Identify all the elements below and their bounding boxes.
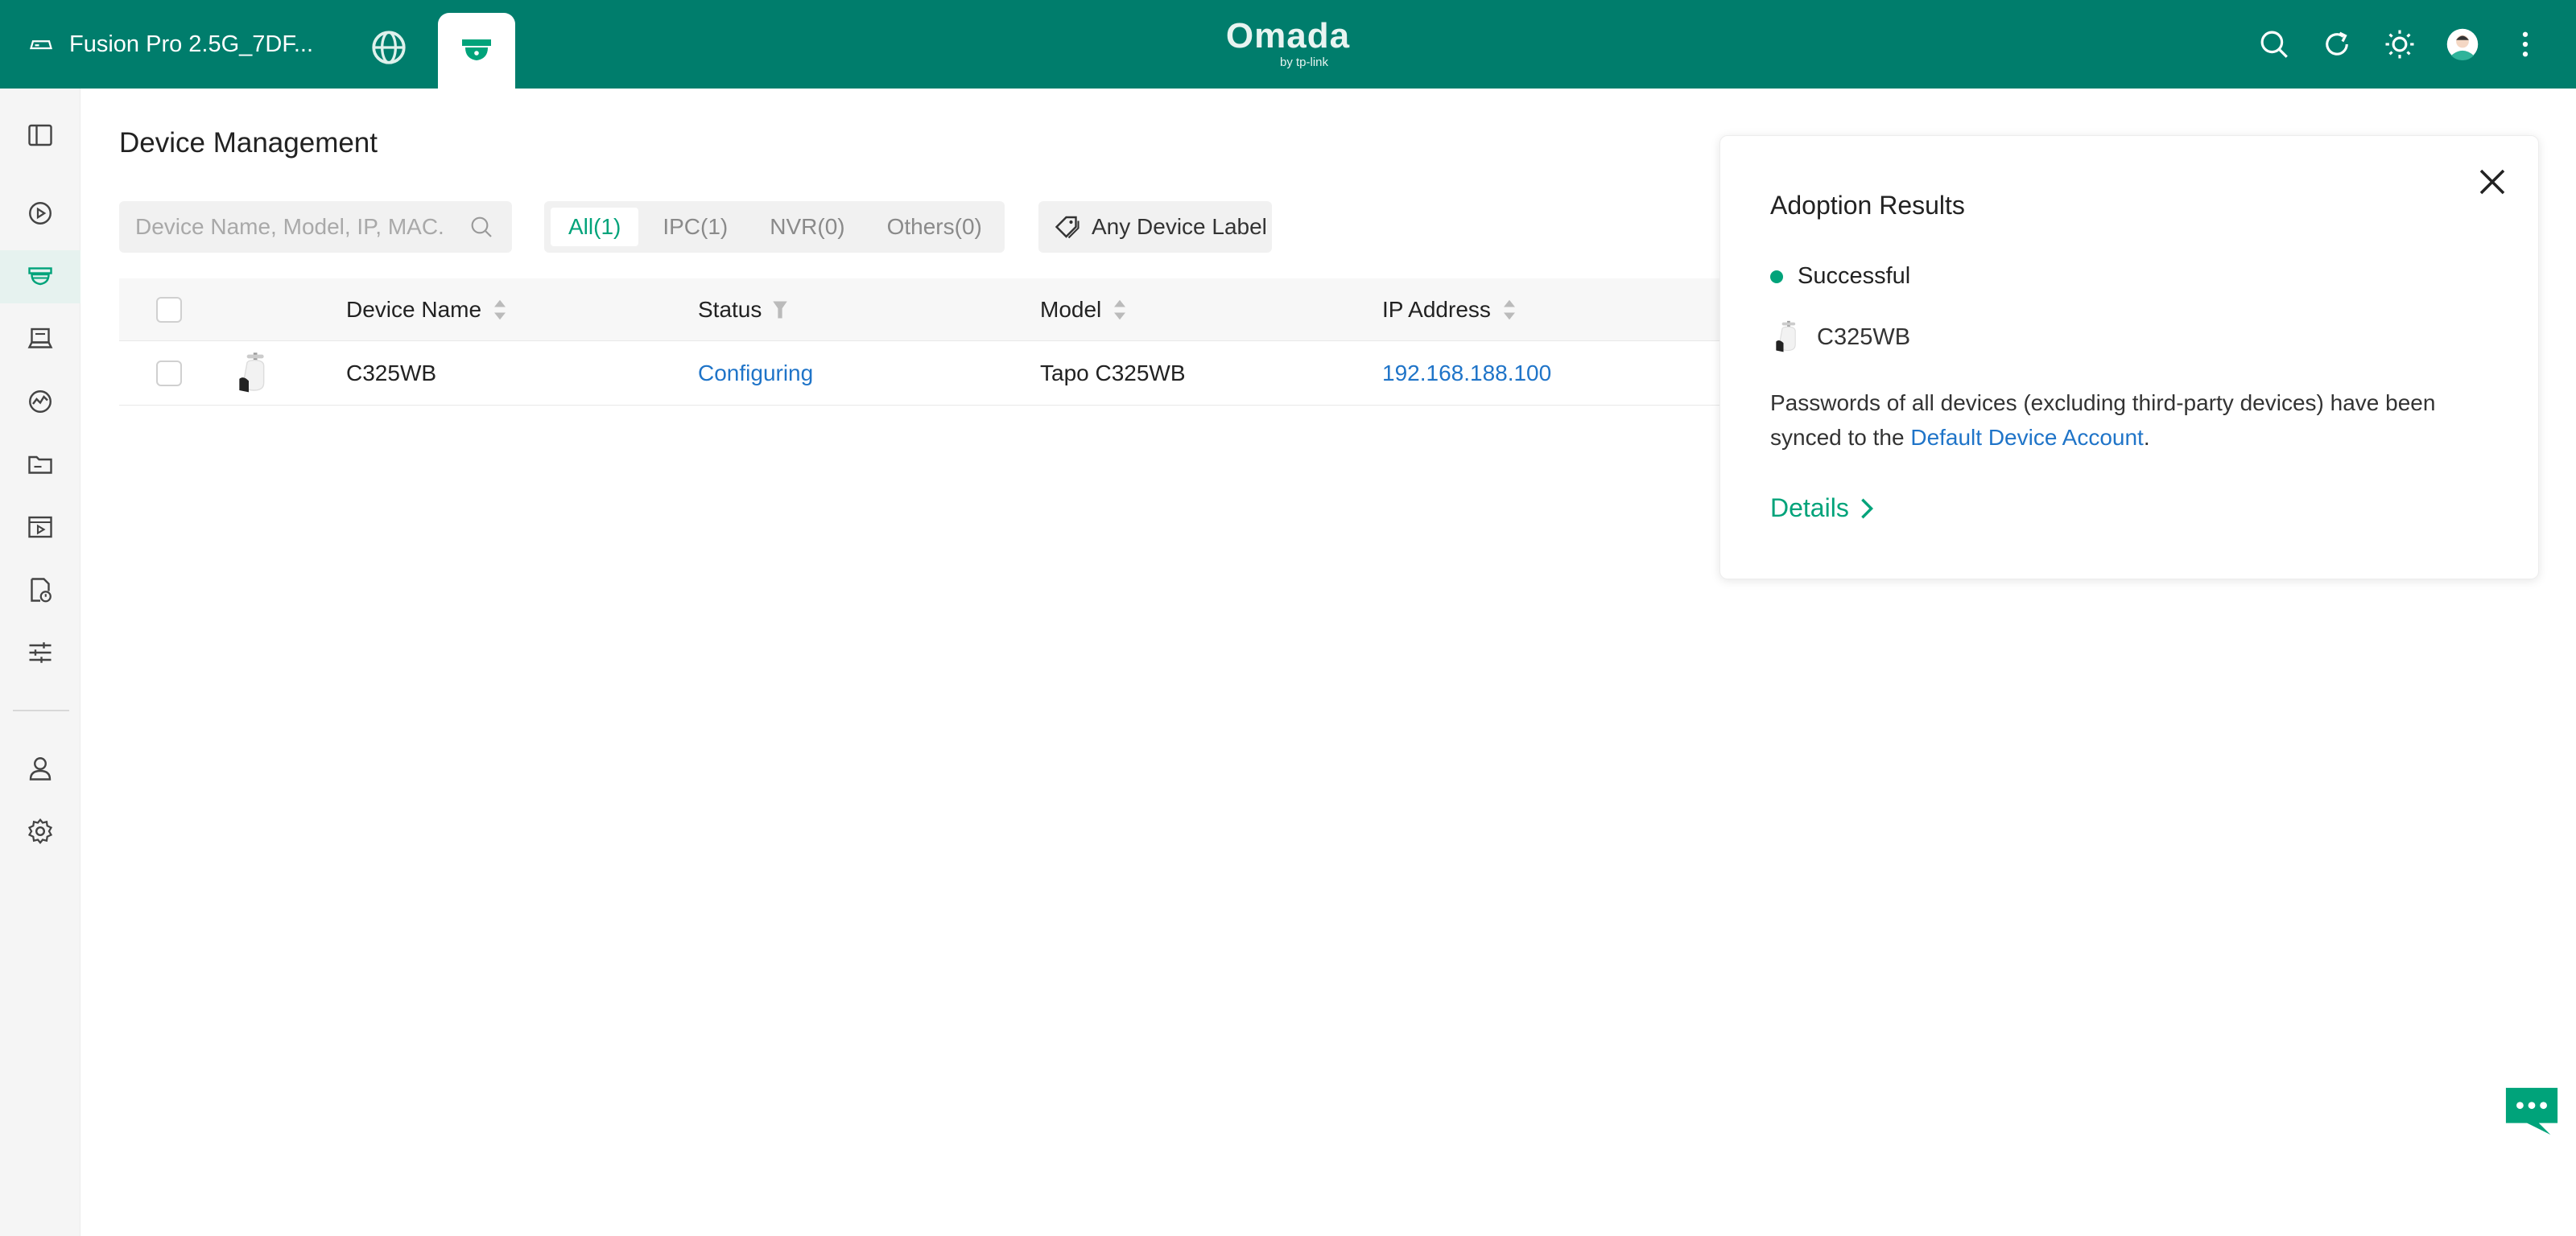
folder-icon <box>28 455 52 474</box>
device-ip[interactable]: 192.168.188.100 <box>1382 341 1551 406</box>
logo-sub: by tp-link <box>1280 56 1329 69</box>
table-row[interactable]: C325WB Configuring Tapo C325WB 192.168.1… <box>119 341 1729 406</box>
search-button[interactable] <box>2256 26 2293 63</box>
device-label-text: Any Device Label <box>1092 214 1267 239</box>
sidebar-divider <box>13 710 69 711</box>
refresh-icon <box>2326 31 2348 56</box>
details-label: Details <box>1770 493 1849 522</box>
device-status[interactable]: Configuring <box>698 341 813 406</box>
adopted-device: C325WB <box>1770 318 1910 356</box>
column-device-name[interactable]: Device Name <box>346 278 507 341</box>
globe-icon[interactable] <box>369 27 409 68</box>
theme-button[interactable] <box>2381 26 2418 63</box>
filter-nvr[interactable]: NVR(0) <box>752 208 862 246</box>
camera-icon <box>462 39 491 60</box>
collapse-icon <box>28 124 52 146</box>
device-type-filter: All(1) IPC(1) NVR(0) Others(0) <box>544 201 1005 253</box>
tag-icon <box>1055 216 1080 239</box>
device-name[interactable]: C325WB <box>346 341 436 406</box>
avatar-icon <box>2446 28 2479 61</box>
refresh-button[interactable] <box>2318 26 2355 63</box>
chat-support-icon[interactable] <box>2502 1083 2562 1139</box>
avatar[interactable] <box>2444 26 2481 63</box>
gear-icon <box>27 818 53 845</box>
select-all-checkbox[interactable] <box>156 297 182 323</box>
sidebar-item-reports[interactable] <box>0 563 80 616</box>
column-label: IP Address <box>1382 297 1491 322</box>
search-icon <box>2260 31 2288 58</box>
adoption-results-panel: Adoption Results Successful C325WB Passw… <box>1719 135 2539 579</box>
sort-icon <box>1503 299 1515 320</box>
column-ip-address[interactable]: IP Address <box>1382 278 1517 341</box>
top-bar: Fusion Pro 2.5G_7DF... Omada by tp-link <box>0 0 2576 89</box>
status-dot <box>1770 270 1783 283</box>
sidebar-item-files[interactable] <box>0 438 80 491</box>
tab-surveillance[interactable] <box>438 13 515 89</box>
chevron-right-icon <box>1860 498 1873 518</box>
default-device-account-link[interactable]: Default Device Account <box>1910 425 2144 450</box>
panel-title: Adoption Results <box>1770 191 1965 220</box>
omada-logo: Omada by tp-link <box>1224 16 1352 72</box>
adopted-device-name: C325WB <box>1817 323 1911 350</box>
row-checkbox[interactable] <box>156 360 182 386</box>
sort-icon <box>1114 299 1126 320</box>
column-label: Status <box>698 297 762 322</box>
table-header: Device Name Status Model IP Address <box>119 278 1729 341</box>
analytics-icon <box>29 390 52 413</box>
user-icon <box>29 757 52 781</box>
search-box <box>119 201 512 253</box>
column-label: Model <box>1040 297 1102 322</box>
status-text: Successful <box>1798 263 1911 289</box>
adoption-status: Successful <box>1770 263 1910 290</box>
sidebar-item-users[interactable] <box>0 742 80 795</box>
more-icon <box>2522 31 2529 57</box>
column-status[interactable]: Status <box>698 278 788 341</box>
sidebar-item-settings[interactable] <box>0 805 80 858</box>
sidebar-item-analytics[interactable] <box>0 375 80 428</box>
filter-all[interactable]: All(1) <box>551 208 639 246</box>
more-button[interactable] <box>2507 26 2544 63</box>
sidebar <box>0 89 80 1236</box>
search-input[interactable] <box>135 201 457 253</box>
report-icon <box>31 578 52 603</box>
play-icon <box>29 202 52 225</box>
filter-others[interactable]: Others(0) <box>869 208 1000 246</box>
device-label-button[interactable]: Any Device Label <box>1038 201 1272 253</box>
column-model[interactable]: Model <box>1040 278 1127 341</box>
theme-icon <box>2385 30 2414 59</box>
camera-icon <box>28 267 52 286</box>
router-icon <box>30 40 52 50</box>
camera-device-icon <box>239 352 265 393</box>
site-selector[interactable]: Fusion Pro 2.5G_7DF... <box>29 24 313 64</box>
device-table: Device Name Status Model IP Address C325… <box>119 278 1729 406</box>
column-label: Device Name <box>346 297 482 322</box>
sort-icon <box>494 299 506 320</box>
sidebar-item-nvr[interactable] <box>0 312 80 365</box>
sync-message-end: . <box>2143 425 2150 450</box>
camera-device-icon <box>1776 320 1796 352</box>
sidebar-item-devices[interactable] <box>0 250 80 303</box>
sidebar-item-settings-adjust[interactable] <box>0 626 80 679</box>
filter-ipc[interactable]: IPC(1) <box>645 208 745 246</box>
sync-message: Passwords of all devices (excluding thir… <box>1770 385 2495 455</box>
settings-sliders-icon <box>29 642 52 663</box>
page-title: Device Management <box>119 127 378 159</box>
details-link[interactable]: Details <box>1770 493 1875 523</box>
close-icon[interactable] <box>2475 165 2509 199</box>
sidebar-item-playback[interactable] <box>0 501 80 554</box>
sidebar-collapse[interactable] <box>0 109 80 162</box>
site-name: Fusion Pro 2.5G_7DF... <box>69 31 314 57</box>
search-icon[interactable] <box>469 214 494 240</box>
top-icons <box>2256 24 2544 64</box>
logo-brand: Omada <box>1225 16 1351 56</box>
monitor-icon <box>27 328 53 348</box>
video-icon <box>28 516 52 538</box>
filter-icon <box>773 301 788 319</box>
sidebar-item-live[interactable] <box>0 187 80 240</box>
device-model: Tapo C325WB <box>1040 360 1186 385</box>
